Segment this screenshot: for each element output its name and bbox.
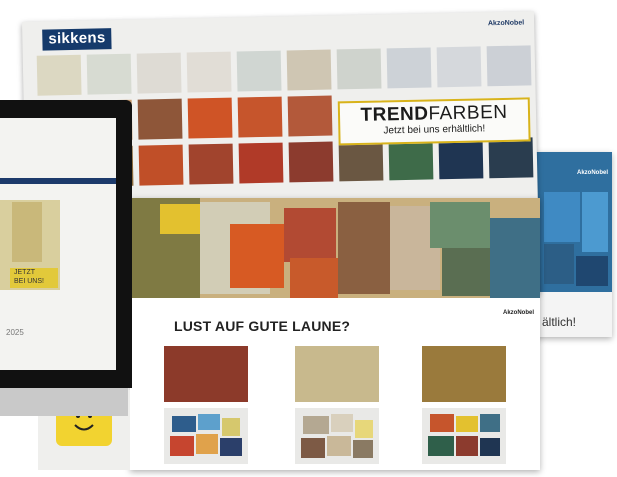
sikkens-logo: sikkens: [42, 28, 112, 51]
color-swatch: [238, 142, 284, 184]
monitor-chin: [0, 388, 128, 416]
paint-block: [230, 224, 284, 288]
palette-chip: [303, 416, 329, 434]
color-swatch: [188, 143, 234, 185]
color-swatch: [388, 139, 434, 181]
palette-chip: [198, 414, 220, 430]
color-swatch: [338, 140, 384, 182]
good-mood-sheet: LUST AUF GUTE LAUNE? AkzoNobel: [130, 198, 540, 470]
screen-tag-line1: JETZT: [14, 269, 35, 276]
color-swatch: [236, 50, 282, 92]
flyer-swatch: [544, 244, 574, 284]
palette-chip: [456, 436, 478, 456]
color-palette: [164, 408, 248, 464]
palette-chip: [480, 438, 500, 456]
banner-title-rest: FARBEN: [428, 101, 508, 125]
screen-tag-line2: BEI UNS!: [14, 278, 44, 285]
flyer-swatch: [582, 192, 608, 252]
color-swatch: [137, 98, 183, 140]
color-palette: [295, 408, 379, 464]
paint-block: [290, 258, 338, 298]
flyer-company-logo: AkzoNobel: [576, 170, 608, 176]
color-swatch: [186, 51, 232, 93]
screen-nav-bar: [0, 178, 116, 184]
trendfarben-banner: TRENDFARBEN Jetzt bei uns erhältlich!: [337, 97, 531, 146]
palette-chip: [220, 438, 242, 456]
color-swatch: [136, 52, 182, 94]
palette-chip: [428, 436, 454, 456]
color-swatch: [288, 141, 334, 183]
color-swatch: [237, 96, 283, 138]
color-swatch: [86, 53, 132, 95]
color-swatch: [436, 46, 482, 88]
palette-chip: [301, 438, 325, 458]
palette-chip: [170, 436, 194, 456]
flyer-swatch: [544, 192, 580, 242]
color-swatch: [287, 95, 333, 137]
akzonobel-logo: AkzoNobel: [487, 19, 525, 28]
color-swatch: [36, 54, 82, 96]
room-photo: [295, 346, 379, 402]
palette-chip: [430, 414, 454, 432]
monitor-screen: JETZT BEI UNS! 2025: [0, 118, 116, 370]
paint-block: [442, 248, 492, 296]
color-swatch: [486, 45, 532, 87]
sheet-company-logo: AkzoNobel: [502, 310, 534, 316]
color-swatch: [138, 144, 184, 186]
sheet-headline: LUST AUF GUTE LAUNE?: [174, 318, 351, 334]
room-photo: [164, 346, 248, 402]
paint-block: [430, 202, 490, 248]
flyer-swatch: [576, 256, 608, 286]
color-swatch: [336, 48, 382, 90]
paint-block: [338, 202, 390, 294]
color-swatch: [286, 49, 332, 91]
color-swatch: [438, 138, 484, 180]
color-swatch: [488, 137, 534, 179]
palette-chip: [196, 434, 218, 454]
back-flyer: AkzoNobel ältlich!: [536, 152, 612, 337]
banner-title-bold: TREND: [360, 103, 429, 126]
palette-chip: [331, 414, 353, 432]
palette-chip: [480, 414, 500, 432]
color-palette: [422, 408, 506, 464]
palette-chip: [222, 418, 240, 436]
monitor: JETZT BEI UNS! 2025: [0, 100, 132, 416]
paint-block: [490, 218, 540, 298]
screen-year: 2025: [6, 328, 24, 337]
palette-chip: [172, 416, 196, 432]
paint-block: [284, 208, 336, 262]
screen-promo-tag: JETZT BEI UNS!: [10, 268, 58, 288]
room-photo: [422, 346, 506, 402]
palette-chip: [355, 420, 373, 438]
palette-chip: [327, 436, 351, 456]
palette-chip: [353, 440, 373, 458]
palette-chip: [456, 416, 478, 432]
color-swatch: [386, 47, 432, 89]
screen-image-detail: [12, 202, 42, 262]
flyer-text: ältlich!: [542, 315, 577, 329]
color-swatch: [187, 97, 233, 139]
